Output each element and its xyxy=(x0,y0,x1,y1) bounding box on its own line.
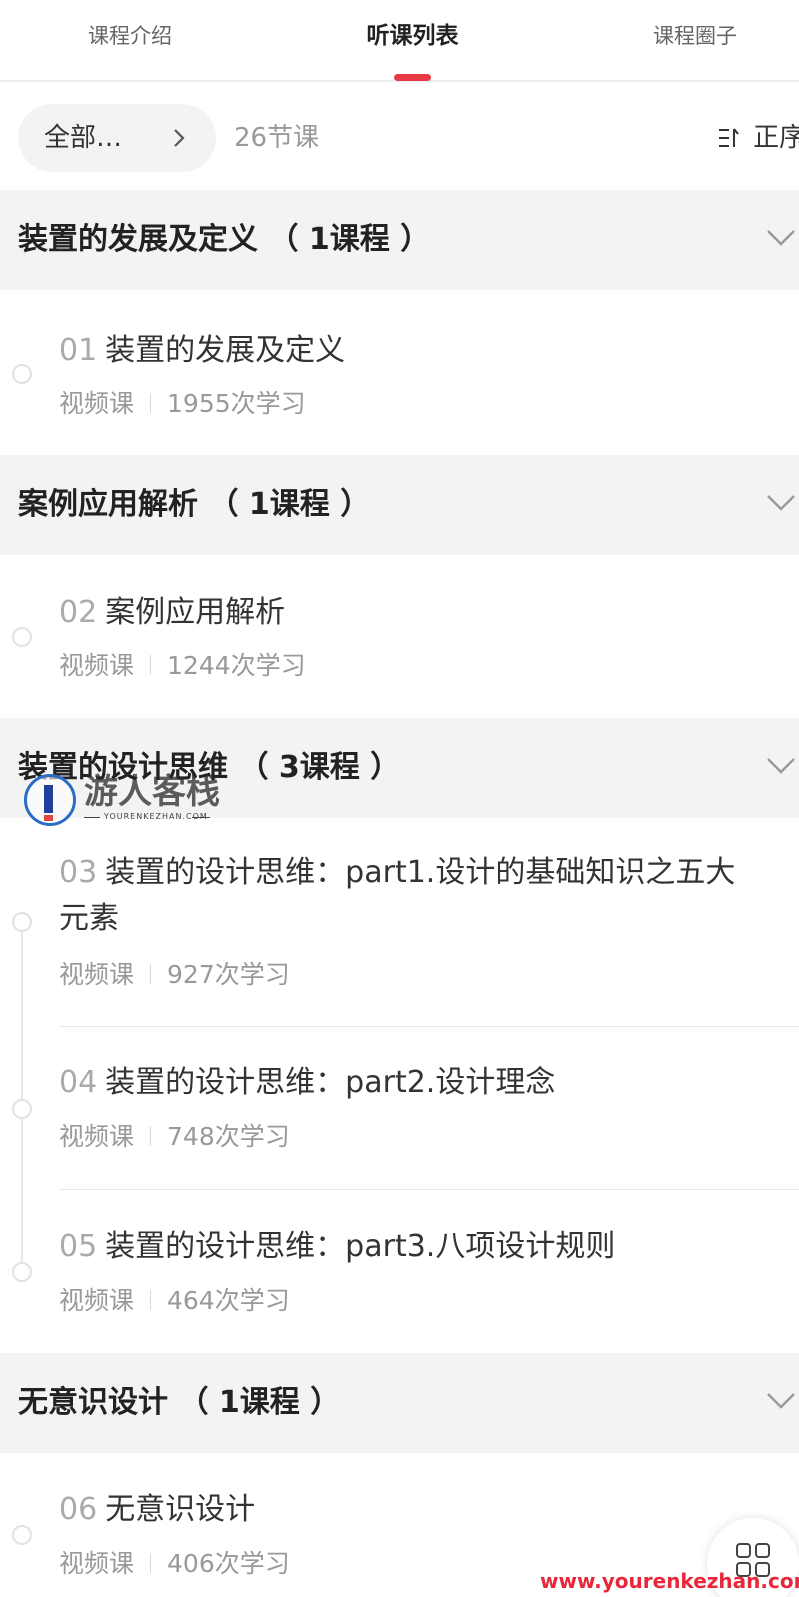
lesson-type: 视频课 xyxy=(59,389,135,418)
lesson-name: 无意识设计 xyxy=(105,1492,256,1527)
section-header[interactable]: 装置的发展及定义 （ 1课程 ） xyxy=(0,190,799,290)
section-title: 案例应用解析 （ 1课程 ） xyxy=(18,487,371,522)
lesson-type: 视频课 xyxy=(59,651,135,680)
tab-lesson-list[interactable]: 听课列表 xyxy=(340,18,485,54)
timeline-dot xyxy=(12,1099,32,1119)
lesson-item[interactable]: 03 装置的设计思维：part1.设计的基础知识之五大元素 视频课 927次学习 xyxy=(0,818,799,1026)
meta-divider xyxy=(150,655,152,675)
timeline-dot xyxy=(12,912,32,932)
timeline-dot xyxy=(12,1525,32,1545)
lesson-title: 02 案例应用解析 xyxy=(59,590,759,636)
chapter-filter-label: 全部… xyxy=(44,123,123,153)
section-header[interactable]: 无意识设计 （ 1课程 ） xyxy=(0,1353,799,1453)
lesson-number: 05 xyxy=(59,1229,98,1264)
lesson-name: 装置的发展及定义 xyxy=(105,333,346,368)
lesson-number: 06 xyxy=(59,1492,98,1527)
meta-divider xyxy=(150,1553,152,1573)
lesson-name: 装置的设计思维：part1.设计的基础知识之五大元素 xyxy=(59,855,736,936)
active-tab-indicator xyxy=(394,74,431,81)
meta-divider xyxy=(150,1126,152,1146)
meta-divider xyxy=(150,393,152,413)
tab-course-circle[interactable]: 课程圈子 xyxy=(625,18,765,54)
watermark-rule xyxy=(192,817,210,818)
lesson-views: 1244次学习 xyxy=(167,651,306,680)
timeline-dot xyxy=(12,1262,32,1282)
lesson-title: 05 装置的设计思维：part3.八项设计规则 xyxy=(59,1224,759,1270)
sort-button[interactable]: 正序 xyxy=(718,120,799,156)
chevron-down-icon xyxy=(767,495,795,511)
lesson-title: 01 装置的发展及定义 xyxy=(59,328,759,374)
lesson-meta: 视频课 1955次学习 xyxy=(59,387,306,421)
lesson-meta: 视频课 748次学习 xyxy=(59,1120,290,1154)
meta-divider xyxy=(150,964,152,984)
chevron-down-icon xyxy=(767,1393,795,1409)
section-header[interactable]: 案例应用解析 （ 1课程 ） xyxy=(0,455,799,555)
lesson-item[interactable]: 05 装置的设计思维：part3.八项设计规则 视频课 464次学习 xyxy=(0,1190,799,1353)
lesson-count: 26节课 xyxy=(234,123,320,153)
lesson-title: 06 无意识设计 xyxy=(59,1487,759,1533)
lesson-views: 927次学习 xyxy=(167,960,290,989)
section-title: 装置的发展及定义 （ 1课程 ） xyxy=(18,222,431,257)
lesson-number: 03 xyxy=(59,855,98,890)
watermark-logo-icon xyxy=(24,774,76,826)
lesson-item[interactable]: 04 装置的设计思维：part2.设计理念 视频课 748次学习 xyxy=(0,1027,799,1189)
lesson-title: 04 装置的设计思维：part2.设计理念 xyxy=(59,1060,759,1106)
sort-icon xyxy=(719,128,739,147)
timeline-dot xyxy=(12,364,32,384)
lesson-type: 视频课 xyxy=(59,1286,135,1315)
watermark-logo-bar xyxy=(44,785,53,813)
lesson-type: 视频课 xyxy=(59,1549,135,1578)
chapter-filter-button[interactable]: 全部… xyxy=(18,104,216,172)
lesson-views: 464次学习 xyxy=(167,1286,290,1315)
lesson-meta: 视频课 464次学习 xyxy=(59,1284,290,1318)
watermark-rule xyxy=(84,817,100,818)
chevron-down-icon xyxy=(767,758,795,774)
course-page: 课程介绍 听课列表 课程圈子 全部… 26节课 正序 装置的发展及定义 （ 1课… xyxy=(0,0,799,1597)
lesson-name: 案例应用解析 xyxy=(105,595,286,630)
lesson-views: 1955次学习 xyxy=(167,389,306,418)
lesson-title: 03 装置的设计思维：part1.设计的基础知识之五大元素 xyxy=(59,850,759,942)
lesson-type: 视频课 xyxy=(59,960,135,989)
timeline-dot xyxy=(12,627,32,647)
lesson-number: 01 xyxy=(59,333,98,368)
watermark-name: 游人客栈 xyxy=(84,772,220,812)
lesson-meta: 视频课 927次学习 xyxy=(59,958,290,992)
chevron-down-icon xyxy=(767,230,795,246)
watermark-logo-dot xyxy=(44,815,53,821)
lesson-name: 装置的设计思维：part3.八项设计规则 xyxy=(105,1229,616,1264)
meta-divider xyxy=(150,1290,152,1310)
lesson-meta: 视频课 1244次学习 xyxy=(59,649,306,683)
tab-bar: 课程介绍 听课列表 课程圈子 xyxy=(0,0,799,82)
sort-label: 正序 xyxy=(753,123,799,153)
lesson-number: 02 xyxy=(59,595,98,630)
lesson-name: 装置的设计思维：part2.设计理念 xyxy=(105,1065,556,1100)
lesson-number: 04 xyxy=(59,1065,98,1100)
tab-course-intro[interactable]: 课程介绍 xyxy=(60,18,200,54)
lesson-type: 视频课 xyxy=(59,1122,135,1151)
lesson-views: 406次学习 xyxy=(167,1549,290,1578)
chevron-right-icon xyxy=(174,129,185,147)
lesson-item[interactable]: 01 装置的发展及定义 视频课 1955次学习 xyxy=(0,290,799,455)
watermark-url: www.yourenkezhan.com xyxy=(540,1569,799,1593)
lesson-item[interactable]: 02 案例应用解析 视频课 1244次学习 xyxy=(0,555,799,718)
lesson-views: 748次学习 xyxy=(167,1122,290,1151)
section-title: 无意识设计 （ 1课程 ） xyxy=(18,1385,341,1420)
lesson-meta: 视频课 406次学习 xyxy=(59,1547,290,1581)
